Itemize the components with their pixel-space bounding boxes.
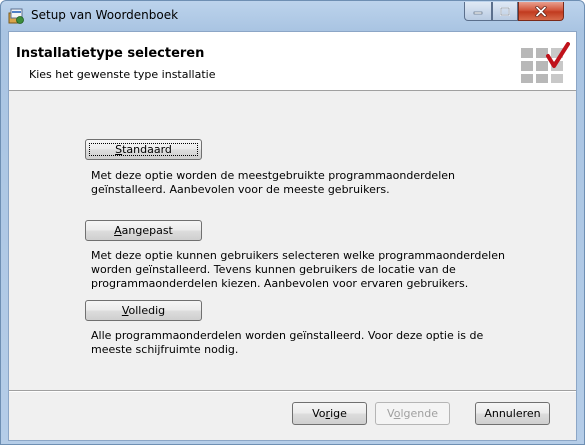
minimize-icon <box>473 11 483 15</box>
close-icon <box>535 5 547 17</box>
maximize-button[interactable] <box>492 2 518 21</box>
window-title: Setup van Woordenboek <box>31 8 179 22</box>
next-button-label: Volgende <box>387 407 438 420</box>
next-button[interactable]: Volgende <box>375 402 450 425</box>
back-button-label: Vorige <box>312 407 347 420</box>
title-bar[interactable]: Setup van Woordenboek <box>1 1 584 31</box>
maximize-icon <box>500 6 510 16</box>
standard-description: Met deze optie worden de meestgebruikte … <box>91 169 455 196</box>
cancel-button[interactable]: Annuleren <box>475 402 550 425</box>
installer-icon <box>8 8 24 24</box>
setup-window: Setup van Woordenboek Installatietype se… <box>0 0 585 445</box>
checkmark-grid-logo <box>521 42 570 83</box>
page-title: Installatietype selecteren <box>16 46 205 61</box>
custom-button-label: Aangepast <box>114 224 173 237</box>
back-button[interactable]: Vorige <box>292 402 367 425</box>
standard-button[interactable]: Standaard <box>85 139 202 160</box>
minimize-button[interactable] <box>464 2 492 21</box>
dialog-client-area: Installatietype selecteren Kies het gewe… <box>8 31 577 441</box>
dialog-header: Installatietype selecteren Kies het gewe… <box>9 32 576 91</box>
cancel-button-label: Annuleren <box>484 407 541 420</box>
custom-button[interactable]: Aangepast <box>85 220 202 241</box>
page-subtitle: Kies het gewenste type installatie <box>29 68 216 81</box>
close-button[interactable] <box>518 2 564 21</box>
footer-separator <box>9 390 576 392</box>
complete-button[interactable]: Volledig <box>85 300 202 321</box>
complete-button-label: Volledig <box>121 304 166 317</box>
standard-button-label: Standaard <box>115 143 172 156</box>
custom-description: Met deze optie kunnen gebruikers selecte… <box>91 249 505 290</box>
complete-description: Alle programmaonderdelen worden geïnstal… <box>91 329 484 356</box>
